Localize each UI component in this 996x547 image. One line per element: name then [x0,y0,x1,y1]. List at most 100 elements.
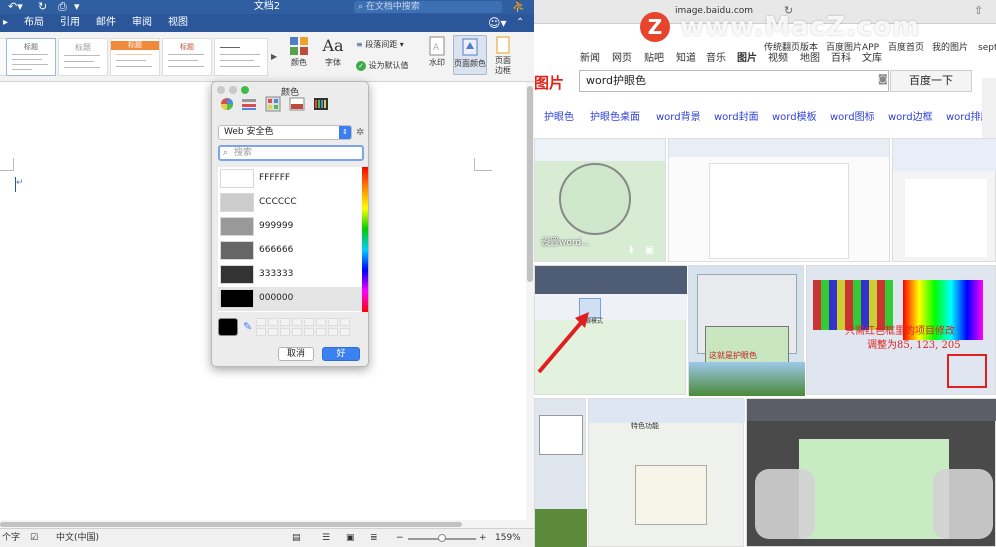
related-search-7[interactable]: word边框 [888,108,933,123]
ok-button[interactable]: 好 [322,347,360,361]
swatch-row[interactable]: FFFFFF [218,167,362,191]
custom-color-cell[interactable] [316,328,326,336]
similar-search-icon[interactable]: ▣ [645,245,654,256]
cancel-button[interactable]: 取消 [278,347,314,361]
custom-color-cell[interactable] [280,318,290,326]
view-outline-icon[interactable]: ☰ [322,533,330,544]
nav-tieba[interactable]: 贴吧 [644,53,664,65]
image-result-3[interactable] [892,138,996,262]
image-result-7[interactable] [534,398,587,547]
paragraph-spacing-button[interactable]: ≡ 段落间距 ▾ [356,40,404,50]
vertical-scrollbar[interactable] [526,82,534,522]
current-color-well[interactable] [218,318,238,336]
view-normal-icon[interactable]: ▤ [292,533,301,544]
share-person-icon[interactable]: ⛹ [512,0,526,14]
crayons-icon[interactable] [313,96,329,112]
ribbon-scroll-left[interactable]: ▸ [3,17,8,29]
custom-color-cell[interactable] [340,328,350,336]
nav-web[interactable]: 网页 [612,53,632,65]
smiley-feedback-icon[interactable]: ☺▾ [488,17,507,29]
tab-references[interactable]: 引用 [60,17,80,29]
custom-color-cell[interactable] [256,328,266,336]
swatch-row[interactable]: CCCCCC [218,191,362,215]
download-icon[interactable]: ⬇ [627,245,635,256]
ribbon-collapse-icon[interactable]: ⌃ [516,17,524,29]
custom-color-cell[interactable] [316,318,326,326]
custom-color-cell[interactable] [340,318,350,326]
style-gallery-item-2[interactable]: 标题 [58,38,108,76]
custom-color-cell[interactable] [304,328,314,336]
tab-review[interactable]: 审阅 [132,17,152,29]
related-search-4[interactable]: word封面 [714,108,759,123]
watermark-button[interactable]: A 水印 [424,36,450,68]
custom-color-cell[interactable] [268,318,278,326]
nav-news[interactable]: 新闻 [580,53,600,65]
tab-mailings[interactable]: 邮件 [96,17,116,29]
nav-map[interactable]: 地图 [800,53,820,65]
zoom-level[interactable]: 159% [495,533,521,544]
style-gallery-item-5[interactable] [214,38,268,76]
horizontal-scroll-thumb[interactable] [0,522,462,527]
view-print-layout-icon[interactable]: ▣ [346,533,355,544]
page-borders-button[interactable]: 页面 边框 [492,36,514,76]
image-result-9[interactable] [746,398,996,547]
color-search-input[interactable]: ⌕ 搜索 [218,145,364,161]
page-color-button[interactable]: 页面颜色 [453,35,487,75]
colors-button[interactable]: 颜色 [284,36,314,68]
image-search-input[interactable]: word护眼色 [579,70,889,92]
custom-color-cell[interactable] [280,328,290,336]
image-result-1[interactable]: 设置word... ⬇ ▣ [534,138,666,262]
custom-color-cell[interactable] [292,318,302,326]
gear-icon[interactable]: ✲ [356,127,364,138]
zoom-slider-thumb[interactable] [438,534,446,542]
color-sliders-icon[interactable] [241,96,257,112]
image-result-2[interactable] [668,138,890,262]
fonts-button[interactable]: Aa 字体 [318,36,348,68]
nav-images[interactable]: 图片 [737,53,757,65]
nav-video[interactable]: 视频 [768,53,788,65]
color-palettes-icon[interactable] [265,96,281,112]
link-settings[interactable]: septe [978,43,996,54]
palette-spectrum-strip[interactable] [362,167,368,312]
camera-icon[interactable]: ◙ [878,74,888,85]
language-indicator[interactable]: 中文(中国) [56,533,99,544]
view-web-layout-icon[interactable]: ≣ [370,533,378,544]
color-wheel-icon[interactable] [219,96,235,112]
style-gallery-item-4[interactable]: 标题 [162,38,212,76]
zoom-in-icon[interactable]: + [479,533,487,544]
image-result-4[interactable]: 护眼模式 [534,265,687,395]
set-default-button[interactable]: ✓ 设为默认值 [356,61,409,71]
zoom-out-icon[interactable]: − [396,533,404,544]
custom-color-cell[interactable] [292,328,302,336]
swatch-row[interactable]: 999999 [218,215,362,239]
custom-color-cell[interactable] [268,328,278,336]
related-search-1[interactable]: 护眼色 [544,108,574,123]
image-result-5[interactable]: 这就是护眼色 [688,265,805,396]
document-search-input[interactable]: ⌕ 在文档中搜索 [354,1,502,13]
baidu-image-logo[interactable]: 图片 [534,72,564,93]
related-search-6[interactable]: word图标 [830,108,875,123]
gallery-expand-icon[interactable]: ▶ [271,52,277,61]
link-my-images[interactable]: 我的图片 [932,43,968,54]
related-search-2[interactable]: 护眼色桌面 [590,108,640,123]
related-search-3[interactable]: word背景 [656,108,701,123]
tab-layout[interactable]: 布局 [24,17,44,29]
custom-color-cell[interactable] [256,318,266,326]
image-result-6[interactable]: 只需红色框里的项目修改 调整为85, 123, 205 [806,265,996,395]
vertical-scroll-thumb[interactable] [527,86,533,282]
share-icon[interactable]: ⇧ [974,4,983,17]
style-gallery-item-3[interactable]: 标题 [110,38,160,76]
horizontal-scrollbar[interactable] [0,520,534,528]
palette-select[interactable]: Web 安全色 ⇕ [218,125,352,140]
related-search-5[interactable]: word模板 [772,108,817,123]
nav-zhidao[interactable]: 知道 [676,53,696,65]
proofing-icon[interactable]: ☑ [30,533,38,544]
image-result-8[interactable]: 特色功能 [588,398,745,547]
swatch-row[interactable]: 666666 [218,239,362,263]
custom-color-cell[interactable] [304,318,314,326]
image-palettes-icon[interactable] [289,96,305,112]
nav-wenku[interactable]: 文库 [862,53,882,65]
tab-view[interactable]: 视图 [168,17,188,29]
custom-color-cell[interactable] [328,318,338,326]
swatch-row[interactable]: 000000 [218,287,362,311]
